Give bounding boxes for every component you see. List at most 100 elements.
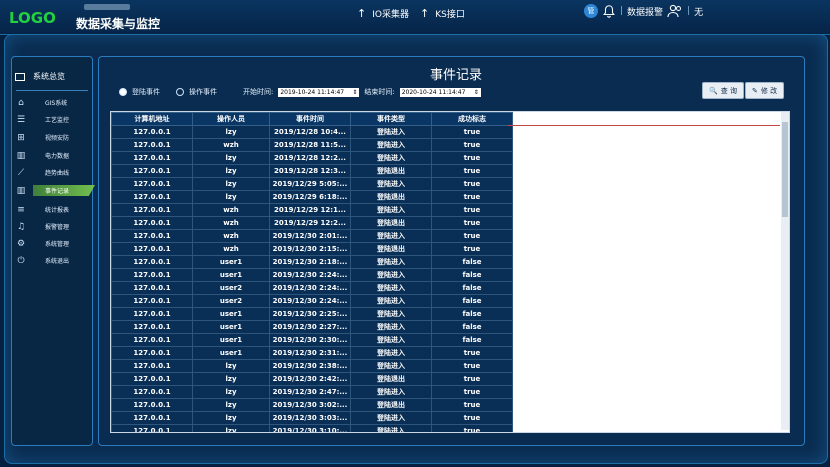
scrollbar-thumb[interactable]	[782, 122, 788, 217]
avatar[interactable]: 管	[584, 4, 598, 18]
start-time-input[interactable]: 2019-10-24 11:14:47 ⇕	[278, 87, 360, 97]
column-header[interactable]: 事件类型	[350, 112, 432, 126]
table-cell: true	[431, 164, 513, 178]
search-button[interactable]: 🔍 查 询	[702, 82, 744, 99]
table-cell: 127.0.0.1	[111, 138, 193, 152]
table-row[interactable]: 127.0.0.1 wzh 2019/12/29 12:2... 登陆退出 true	[111, 216, 513, 230]
table-cell: 2019/12/29 12:1...	[269, 203, 351, 217]
table-row[interactable]: 127.0.0.1 lzy 2019/12/30 3:10:... 登陆进入 true	[111, 424, 513, 432]
table-cell: lzy	[192, 125, 270, 139]
table-cell: false	[431, 268, 513, 282]
sidebar-item-trend[interactable]: ⟋ 趋势曲线	[15, 167, 90, 178]
operation-events-radio[interactable]	[176, 88, 184, 96]
ks-interface-link[interactable]: ↑ KS接口	[420, 7, 465, 20]
table-cell: 登陆进入	[350, 307, 432, 321]
column-header[interactable]: 事件时间	[269, 112, 351, 126]
table-row[interactable]: 127.0.0.1 lzy 2019/12/29 6:18:... 登陆退出 true	[111, 190, 513, 204]
table-row[interactable]: 127.0.0.1 user1 2019/12/30 2:24:... 登陆进入 fal…	[111, 268, 513, 282]
table-row[interactable]: 127.0.0.1 user1 2019/12/30 2:18:... 登陆进入 fal…	[111, 255, 513, 269]
table-cell: 127.0.0.1	[111, 294, 193, 308]
column-header[interactable]: 操作人员	[192, 112, 270, 126]
bell-icon: ♫	[16, 221, 26, 232]
table-cell: lzy	[192, 398, 270, 412]
sidebar-item-process[interactable]: ☰ 工艺监控	[15, 114, 90, 125]
operation-events-label: 操作事件	[189, 88, 217, 96]
table-cell: 2019/12/30 3:10:...	[269, 424, 351, 432]
table-cell: 127.0.0.1	[111, 229, 193, 243]
table-row[interactable]: 127.0.0.1 user1 2019/12/30 2:25:... 登陆进入 fal…	[111, 307, 513, 321]
table-cell: 127.0.0.1	[111, 281, 193, 295]
table-cell: 2019/12/30 2:24:...	[269, 294, 351, 308]
sidebar-item-gis[interactable]: ⌂ GIS系统	[15, 97, 90, 108]
search-button-label: 查 询	[720, 86, 737, 95]
table-cell: 2019/12/30 3:03:...	[269, 411, 351, 425]
table-row[interactable]: 127.0.0.1 user2 2019/12/30 2:24:... 登陆进入 fal…	[111, 294, 513, 308]
table-row[interactable]: 127.0.0.1 wzh 2019/12/30 2:15:... 登陆退出 true	[111, 242, 513, 256]
bell-icon[interactable]	[602, 4, 616, 18]
table-cell: 2019/12/28 12:2...	[269, 151, 351, 165]
table-cell: true	[431, 398, 513, 412]
table-cell: wzh	[192, 203, 270, 217]
end-time-input[interactable]: 2020-10-24 11:14:47 ⇕	[399, 87, 481, 97]
table-row[interactable]: 127.0.0.1 wzh 2019/12/28 11:5... 登陆进入 true	[111, 138, 513, 152]
sidebar-item-reports[interactable]: ≡ 统计报表	[15, 204, 90, 215]
table-cell: 127.0.0.1	[111, 203, 193, 217]
table-row[interactable]: 127.0.0.1 lzy 2019/12/28 12:2... 登陆进入 true	[111, 151, 513, 165]
sidebar-item-video[interactable]: ⊞ 视频安防	[15, 132, 90, 143]
table-cell: true	[431, 229, 513, 243]
table-cell: user1	[192, 346, 270, 360]
sidebar-item-exit[interactable]: ⏻ 系统退出	[15, 255, 90, 266]
app-title: 数据采集与监控	[76, 17, 161, 31]
table-row[interactable]: 127.0.0.1 user1 2019/12/30 2:27:... 登陆进入 fal…	[111, 320, 513, 334]
login-events-radio[interactable]	[119, 88, 127, 96]
table-row[interactable]: 127.0.0.1 lzy 2019/12/30 3:02:... 登陆退出 true	[111, 398, 513, 412]
table-row[interactable]: 127.0.0.1 user1 2019/12/30 2:30:... 登陆进入 fal…	[111, 333, 513, 347]
table-row[interactable]: 127.0.0.1 lzy 2019/12/30 2:38:... 登陆进入 true	[111, 359, 513, 373]
users-icon[interactable]	[667, 4, 683, 18]
sidebar: 系统总览 ⌂ GIS系统 ☰ 工艺监控 ⊞ 视频安防 ▥ 电力数据 ⟋ 趋势曲线…	[11, 56, 95, 446]
table-cell: user1	[192, 307, 270, 321]
table-row[interactable]: 127.0.0.1 wzh 2019/12/29 12:1... 登陆进入 true	[111, 203, 513, 217]
table-cell: false	[431, 255, 513, 269]
sidebar-item-events[interactable]: ▥ 事件记录	[15, 185, 95, 196]
sidebar-item-alarms[interactable]: ♫ 报警管理	[15, 221, 90, 232]
table-row[interactable]: 127.0.0.1 lzy 2019/12/30 2:42:... 登陆退出 true	[111, 372, 513, 386]
edit-button[interactable]: ✎ 修 改	[745, 82, 785, 99]
io-collector-link[interactable]: ↑ IO采集器	[357, 7, 409, 20]
table-cell: 127.0.0.1	[111, 398, 193, 412]
table-cell: lzy	[192, 190, 270, 204]
table-cell: 127.0.0.1	[111, 346, 193, 360]
table-row[interactable]: 127.0.0.1 lzy 2019/12/30 2:47:... 登陆进入 true	[111, 385, 513, 399]
header-rule	[508, 125, 780, 126]
table-row[interactable]: 127.0.0.1 user2 2019/12/30 2:24:... 登陆进入 fal…	[111, 281, 513, 295]
table-row[interactable]: 127.0.0.1 lzy 2019/12/28 10:4... 登陆进入 true	[111, 125, 513, 139]
table-cell: 2019/12/29 6:18:...	[269, 190, 351, 204]
table-cell: true	[431, 177, 513, 191]
table-cell: lzy	[192, 372, 270, 386]
column-header[interactable]: 成功标志	[431, 112, 513, 126]
column-header[interactable]: 计算机地址	[111, 112, 193, 126]
table-cell: 127.0.0.1	[111, 125, 193, 139]
table-scrollbar[interactable]	[781, 112, 789, 430]
table-row[interactable]: 127.0.0.1 lzy 2019/12/30 3:03:... 登陆进入 true	[111, 411, 513, 425]
overview-icon	[15, 72, 25, 81]
table-cell: 2019/12/30 2:42:...	[269, 372, 351, 386]
sidebar-header[interactable]: 系统总览	[15, 71, 90, 82]
table-cell: false	[431, 320, 513, 334]
table-row[interactable]: 127.0.0.1 lzy 2019/12/28 12:3... 登陆退出 true	[111, 164, 513, 178]
sidebar-title: 系统总览	[33, 72, 65, 81]
current-user: 无	[694, 7, 704, 18]
table-cell: 127.0.0.1	[111, 333, 193, 347]
sidebar-item-power[interactable]: ▥ 电力数据	[15, 150, 90, 161]
table-cell: true	[431, 216, 513, 230]
table-row[interactable]: 127.0.0.1 user1 2019/12/30 2:31:... 登陆进入 tru…	[111, 346, 513, 360]
table-cell: 2019/12/28 11:5...	[269, 138, 351, 152]
table-cell: 127.0.0.1	[111, 177, 193, 191]
table-cell: 127.0.0.1	[111, 268, 193, 282]
table-row[interactable]: 127.0.0.1 lzy 2019/12/29 5:05:... 登陆进入 true	[111, 177, 513, 191]
event-table-container[interactable]: 计算机地址 操作人员 事件时间 事件类型 成功标志 127.0.0.1 lzy 20…	[110, 111, 790, 433]
sidebar-item-system[interactable]: ⚙ 系统管理	[15, 238, 90, 249]
table-cell: 127.0.0.1	[111, 307, 193, 321]
data-alarm-link[interactable]: 数据报警	[627, 5, 663, 18]
table-row[interactable]: 127.0.0.1 wzh 2019/12/30 2:01:... 登陆进入 true	[111, 229, 513, 243]
